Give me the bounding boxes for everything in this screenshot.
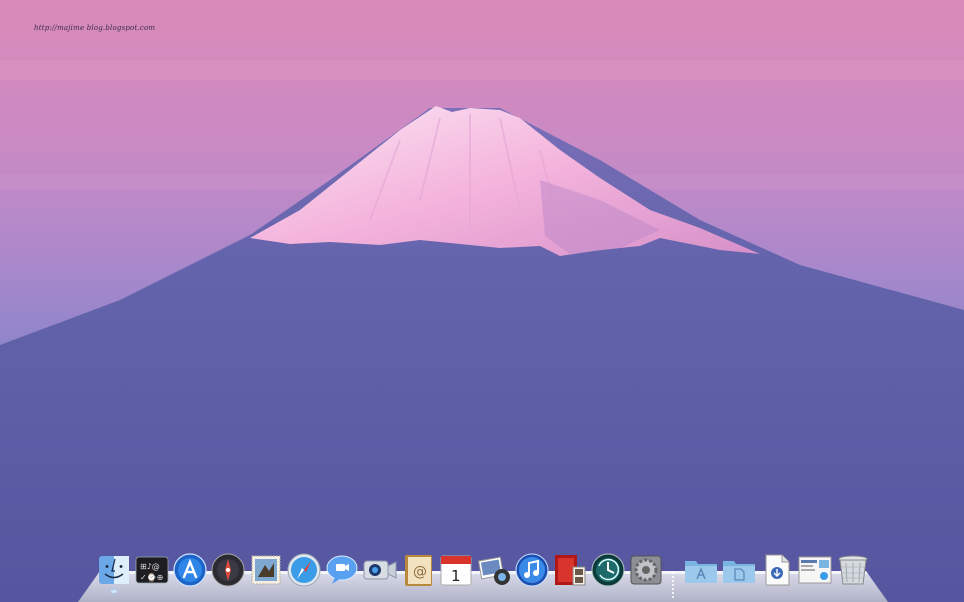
wallpaper xyxy=(0,0,964,602)
dashboard-icon[interactable]: ⊞♪@ ✓⌚⊕ xyxy=(135,553,169,587)
app-store-icon[interactable] xyxy=(173,553,207,587)
running-indicator xyxy=(111,590,117,593)
dock: ⊞♪@ ✓⌚⊕ @ 1 xyxy=(0,553,964,593)
calendar-icon[interactable]: 1 xyxy=(439,553,473,587)
address-book-icon[interactable]: @ xyxy=(401,553,435,587)
calendar-day: 1 xyxy=(451,567,461,585)
downloads-file-icon[interactable] xyxy=(760,553,794,587)
documents-folder-icon[interactable] xyxy=(722,553,756,587)
trash-icon[interactable] xyxy=(836,553,870,587)
ichat-bubble-icon[interactable] xyxy=(325,553,359,587)
finder-icon[interactable] xyxy=(97,553,131,593)
safari-compass-icon[interactable] xyxy=(287,553,321,587)
svg-text:⊞♪@: ⊞♪@ xyxy=(140,562,160,571)
mail-stamp-icon[interactable] xyxy=(249,553,283,587)
screenshot-file-icon[interactable] xyxy=(798,553,832,587)
iphoto-icon[interactable] xyxy=(477,553,511,587)
applications-folder-icon[interactable] xyxy=(684,553,718,587)
svg-text:@: @ xyxy=(413,564,427,580)
photo-booth-icon[interactable] xyxy=(553,553,587,587)
gear-icon[interactable] xyxy=(629,553,663,587)
svg-text:✓⌚⊕: ✓⌚⊕ xyxy=(140,572,163,582)
facetime-camera-icon[interactable] xyxy=(363,553,397,587)
desktop[interactable]: http://majime blog.blogspot.com ⊞♪@ ✓⌚⊕ xyxy=(0,0,964,602)
time-machine-icon[interactable] xyxy=(591,553,625,587)
itunes-note-icon[interactable] xyxy=(515,553,549,587)
launchpad-icon[interactable] xyxy=(211,553,245,587)
watermark-url: http://majime blog.blogspot.com xyxy=(34,24,156,32)
